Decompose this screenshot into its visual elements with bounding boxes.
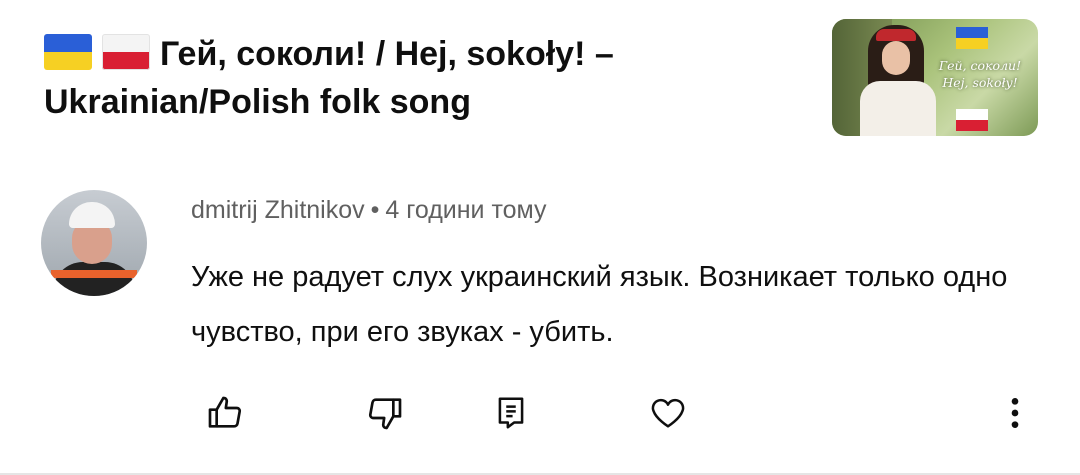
avatar-helmet <box>69 202 115 228</box>
comment-meta: dmitrij Zhitnikov • 4 години тому <box>191 196 547 225</box>
thumbs-up-icon <box>205 393 245 433</box>
avatar-vest <box>53 262 135 296</box>
thumbnail-caption-line-1: Гей, соколи! <box>938 58 1022 73</box>
more-vert-icon <box>1005 393 1025 433</box>
more-options-button[interactable] <box>990 388 1040 438</box>
thumbnail-figure-face <box>882 41 910 75</box>
video-title-line-1: Гей, соколи! / Hej, sokoły! – <box>160 35 614 73</box>
ukraine-flag-icon <box>44 34 92 70</box>
video-title-line-2: Ukrainian/Polish folk song <box>44 83 471 121</box>
like-button[interactable] <box>200 388 250 438</box>
reply-icon <box>492 393 530 433</box>
avatar[interactable] <box>41 190 147 296</box>
reply-button[interactable] <box>486 388 536 438</box>
meta-separator: • <box>370 196 380 224</box>
thumbnail-poland-flag-icon <box>956 109 988 131</box>
thumbnail-caption: Гей, соколи! Hej, sokoły! <box>924 57 1036 91</box>
thumbnail-ukraine-flag-icon <box>956 27 988 49</box>
video-thumbnail[interactable]: Гей, соколи! Hej, sokoły! <box>832 19 1038 136</box>
video-title[interactable]: Гей, соколи! / Hej, sokoły! – Ukrainian/… <box>44 30 764 126</box>
dislike-button[interactable] <box>360 388 410 438</box>
thumbs-down-icon <box>365 393 405 433</box>
heart-icon <box>648 393 688 433</box>
comment-text: Уже не радует слух украинский язык. Возн… <box>191 261 1008 348</box>
thumbnail-flower-crown <box>876 29 916 41</box>
heart-button[interactable] <box>643 388 693 438</box>
thumbnail-caption-line-2: Hej, sokoły! <box>942 75 1018 90</box>
avatar-vest-stripe <box>51 270 137 278</box>
video-header: Гей, соколи! / Hej, sokoły! – Ukrainian/… <box>44 30 764 126</box>
comment-actions <box>0 388 1080 438</box>
comment-author[interactable]: dmitrij Zhitnikov <box>191 196 365 224</box>
poland-flag-icon <box>102 34 150 70</box>
comment: dmitrij Zhitnikov • 4 години тому Уже не р… <box>41 190 1041 348</box>
comment-time[interactable]: 4 години тому <box>385 196 546 224</box>
